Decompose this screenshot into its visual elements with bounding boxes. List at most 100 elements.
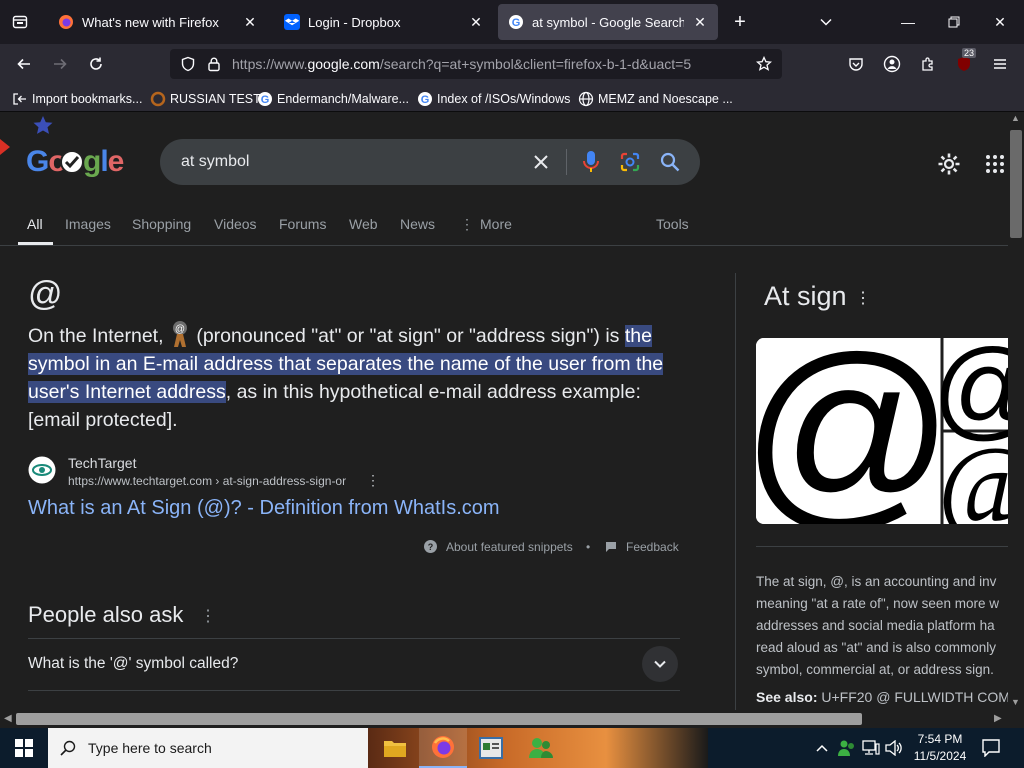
extensions-button[interactable] (914, 50, 942, 78)
about-featured-snippets-link[interactable]: About featured snippets (446, 540, 573, 554)
maximize-button[interactable] (940, 8, 968, 36)
microphone-icon[interactable] (582, 150, 600, 174)
taskbar-file-explorer[interactable] (371, 728, 419, 768)
tab-shopping[interactable]: Shopping (132, 216, 191, 232)
svg-text:G: G (261, 94, 270, 106)
vertical-scroll-thumb[interactable] (1010, 130, 1022, 238)
search-input[interactable]: at symbol (181, 153, 249, 171)
bookmark-label: Import bookmarks... (32, 92, 143, 106)
notifications-icon[interactable] (982, 739, 1000, 757)
tray-overflow-chevron-icon[interactable] (815, 742, 829, 754)
chevron-down-icon (820, 18, 832, 26)
url-bar[interactable]: https://www.google.com/search?q=at+symbo… (170, 49, 782, 79)
tab-bar: What's new with Firefox ✕ Login - Dropbo… (0, 0, 1024, 44)
result-title-link[interactable]: What is an At Sign (@)? - Definition fro… (28, 497, 500, 520)
tools-button[interactable]: Tools (656, 216, 689, 232)
back-button[interactable] (10, 50, 38, 78)
more-vert-icon: ⋮ (460, 216, 474, 232)
feedback-link[interactable]: Feedback (626, 540, 679, 554)
tab-google-search[interactable]: G at symbol - Google Search ✕ (498, 4, 718, 40)
minimize-button[interactable]: — (894, 8, 922, 36)
hamburger-menu-icon (994, 59, 1006, 69)
app-menu-button[interactable] (986, 50, 1014, 78)
new-tab-button[interactable]: + (726, 8, 754, 36)
taskbar-users-app[interactable] (517, 728, 565, 768)
tray-users-icon[interactable] (838, 739, 856, 757)
kp-more-options-icon[interactable]: ⋮ (855, 288, 871, 308)
bookmark-endermanch[interactable]: G Endermanch/Malware... (257, 90, 409, 108)
taskbar-search-placeholder: Type here to search (88, 740, 212, 756)
tab-more-label: More (480, 216, 512, 232)
tab-forums[interactable]: Forums (279, 216, 326, 232)
source-url[interactable]: https://www.techtarget.com › at-sign-add… (68, 474, 346, 488)
scroll-down-icon[interactable]: ▼ (1011, 697, 1020, 707)
tab-dropbox-login[interactable]: Login - Dropbox ✕ (274, 4, 494, 40)
ublock-extension-button[interactable]: 23 (950, 48, 978, 78)
system-clock[interactable]: 7:54 PM 11/5/2024 (904, 731, 976, 765)
taskbar-firefox[interactable] (419, 728, 467, 768)
pocket-button[interactable] (842, 50, 870, 78)
ublock-shield-icon (958, 57, 970, 71)
paa-expand-button[interactable] (642, 646, 678, 682)
scroll-up-icon[interactable]: ▲ (1011, 113, 1020, 123)
scroll-left-icon[interactable]: ◀ (4, 713, 12, 724)
kp-desc-line: meaning "at a rate of", now seen more w (756, 596, 999, 611)
paa-more-options-icon[interactable]: ⋮ (200, 606, 216, 626)
tab-close-icon[interactable]: ✕ (242, 14, 258, 31)
start-button[interactable] (0, 728, 48, 768)
arrow-right-icon (54, 58, 67, 70)
bookmark-isos[interactable]: G Index of /ISOs/Windows (417, 90, 570, 108)
tab-videos[interactable]: Videos (214, 216, 257, 232)
bookmark-import[interactable]: Import bookmarks... (12, 90, 142, 108)
close-window-button[interactable]: ✕ (986, 8, 1014, 36)
star-bookmark-icon[interactable] (756, 56, 772, 72)
taskbar-app-window[interactable] (467, 728, 515, 768)
volume-icon[interactable] (885, 740, 903, 756)
paa-question-row[interactable]: What is the '@' symbol called? (28, 638, 680, 690)
lock-icon[interactable] (206, 56, 222, 72)
techtarget-favicon-icon[interactable] (28, 456, 56, 484)
see-also-value[interactable]: U+FF20 @ FULLWIDTH COM (821, 689, 1008, 705)
scroll-right-icon[interactable]: ▶ (994, 713, 1002, 724)
search-box[interactable]: at symbol (160, 139, 700, 185)
url-text[interactable]: https://www.google.com/search?q=at+symbo… (232, 56, 691, 72)
restore-icon (948, 16, 960, 28)
tab-firefox-whats-new[interactable]: What's new with Firefox ✕ (48, 4, 268, 40)
svg-text:@: @ (175, 324, 185, 335)
horizontal-scroll-thumb[interactable] (16, 713, 862, 725)
apps-grid-icon[interactable] (985, 154, 1005, 174)
tab-web[interactable]: Web (349, 216, 378, 232)
firefox-view-button[interactable] (6, 8, 34, 36)
bookmark-memz[interactable]: MEMZ and Noescape ... (578, 90, 733, 108)
tab-images[interactable]: Images (65, 216, 111, 232)
tab-news[interactable]: News (400, 216, 435, 232)
bookmark-russian-test[interactable]: RUSSIAN TEST (150, 90, 261, 108)
source-name[interactable]: TechTarget (68, 455, 136, 471)
svg-text:@: @ (756, 338, 955, 524)
at-sign-image-large[interactable]: @ @ @ (756, 338, 1008, 524)
tab-close-icon[interactable]: ✕ (692, 14, 708, 31)
list-all-tabs-button[interactable] (812, 8, 840, 36)
shield-icon[interactable] (180, 56, 196, 72)
knowledge-panel-images[interactable]: @ @ @ (756, 338, 1008, 524)
plus-icon: + (734, 10, 746, 33)
result-more-options-icon[interactable]: ⋮ (366, 472, 380, 489)
bookmark-label: Index of /ISOs/Windows (437, 92, 571, 106)
clear-icon[interactable] (533, 154, 549, 170)
google-lens-icon[interactable] (620, 152, 640, 172)
at-sign-emoji-icon: @ (169, 320, 191, 347)
reload-icon (90, 57, 102, 70)
google-logo[interactable]: Google (0, 113, 130, 193)
reload-button[interactable] (82, 50, 110, 78)
bookmark-label: RUSSIAN TEST (170, 92, 261, 106)
paa-question-row-partial[interactable] (28, 690, 680, 710)
forward-button[interactable] (46, 50, 74, 78)
search-icon[interactable] (660, 152, 680, 172)
tab-all[interactable]: All (27, 216, 43, 232)
network-icon[interactable] (862, 740, 880, 756)
tab-close-icon[interactable]: ✕ (468, 14, 484, 31)
tab-more[interactable]: ⋮ More (460, 216, 512, 233)
account-button[interactable] (878, 50, 906, 78)
taskbar-search-box[interactable]: Type here to search (48, 728, 368, 768)
settings-gear-icon[interactable] (937, 152, 961, 176)
